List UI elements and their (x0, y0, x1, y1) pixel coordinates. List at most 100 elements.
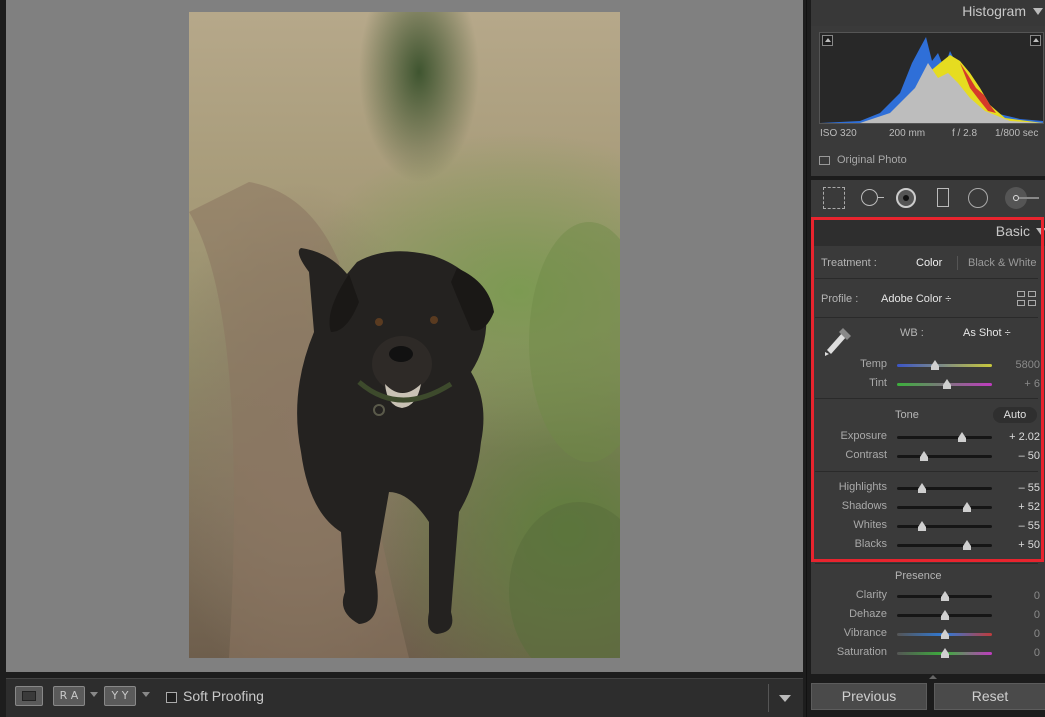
highlights-value[interactable]: – 55 (1000, 482, 1040, 494)
collapse-triangle-icon[interactable] (1033, 8, 1043, 15)
blacks-slider[interactable] (897, 540, 992, 550)
shadows-value[interactable]: + 52 (1000, 501, 1040, 513)
basic-header[interactable]: Basic (811, 220, 1045, 246)
tint-slider[interactable] (897, 379, 992, 389)
tint-value[interactable]: + 6 (1000, 378, 1040, 390)
loupe-view-icon (22, 691, 36, 701)
clarity-value[interactable]: 0 (1000, 590, 1040, 602)
blacks-thumb[interactable] (963, 540, 972, 550)
original-photo-icon[interactable] (819, 156, 830, 165)
eyedropper-icon[interactable] (821, 320, 855, 356)
whites-label: Whites (853, 519, 887, 531)
photo-preview[interactable] (189, 12, 620, 658)
right-panel: Histogram ISO 320 200 mm f / 2.8 1/800 s… (806, 0, 1045, 717)
wb-select[interactable]: As Shot ÷ (963, 327, 1011, 339)
clarity-slider[interactable] (897, 591, 992, 601)
blacks-label: Blacks (854, 538, 887, 550)
tint-label: Tint (869, 377, 887, 389)
shadow-clipping-icon[interactable] (822, 35, 833, 46)
graduated-filter-icon[interactable] (935, 187, 957, 209)
soft-proofing-label: Soft Proofing (183, 688, 264, 704)
basic-title: Basic (995, 223, 1030, 239)
profile-label: Profile : (821, 293, 859, 305)
whites-thumb[interactable] (917, 521, 926, 531)
shadows-thumb[interactable] (963, 502, 972, 512)
shadows-slider[interactable] (897, 502, 992, 512)
contrast-value[interactable]: – 50 (1000, 450, 1040, 462)
tint-thumb[interactable] (943, 379, 952, 389)
loupe-view-button[interactable] (15, 686, 43, 706)
temp-value[interactable]: 5800 (1000, 359, 1040, 371)
shutter-speed: 1/800 sec (995, 128, 1039, 139)
temp-label: Temp (860, 358, 887, 370)
vibrance-label: Vibrance (843, 627, 887, 639)
highlight-clipping-icon[interactable] (1030, 35, 1041, 46)
treatment-bw-option[interactable]: Black & White (968, 257, 1036, 269)
before-after-button[interactable]: R A (53, 686, 85, 706)
bottom-toolbar: R A Y Y Soft Proofing (6, 678, 803, 717)
iso-value: ISO 320 (820, 128, 857, 139)
before-after-split-button[interactable]: Y Y (104, 686, 136, 706)
original-photo-label: Original Photo (837, 154, 907, 166)
whites-slider[interactable] (897, 521, 992, 531)
before-after-dropdown-icon[interactable] (90, 692, 98, 697)
exposure-slider[interactable] (897, 432, 992, 442)
temp-thumb[interactable] (931, 360, 939, 370)
image-canvas (6, 0, 803, 672)
treatment-color-option[interactable]: Color (916, 257, 942, 269)
vibrance-slider[interactable] (897, 629, 992, 639)
split-dropdown-icon[interactable] (142, 692, 150, 697)
highlights-label: Highlights (838, 481, 887, 493)
dehaze-thumb[interactable] (940, 610, 949, 620)
adjustment-brush-icon[interactable] (1005, 187, 1041, 209)
radial-filter-icon[interactable] (967, 187, 989, 209)
soft-proofing-checkbox[interactable] (166, 692, 177, 703)
reset-button[interactable]: Reset (934, 683, 1045, 710)
blacks-value[interactable]: + 50 (1000, 539, 1040, 551)
saturation-slider[interactable] (897, 648, 992, 658)
wb-label: WB : (900, 327, 924, 339)
panel-end-icon (929, 675, 937, 679)
auto-tone-button[interactable]: Auto (993, 407, 1037, 423)
focal-length: 200 mm (889, 128, 926, 139)
red-eye-icon[interactable] (895, 187, 917, 209)
clarity-thumb[interactable] (940, 591, 949, 601)
histogram-header[interactable]: Histogram (811, 0, 1045, 26)
highlights-slider[interactable] (897, 483, 992, 493)
saturation-thumb[interactable] (940, 648, 949, 658)
vibrance-value[interactable]: 0 (1000, 628, 1040, 640)
dog-photo-illustration (189, 182, 620, 658)
divider (815, 563, 1038, 564)
highlights-thumb[interactable] (917, 483, 926, 493)
profile-browser-icon[interactable] (1017, 291, 1037, 307)
toolbar-menu-icon[interactable] (779, 695, 791, 702)
saturation-value[interactable]: 0 (1000, 647, 1040, 659)
exposure-value[interactable]: + 2.02 (1000, 431, 1040, 443)
dehaze-slider[interactable] (897, 610, 992, 620)
exposure-thumb[interactable] (957, 432, 966, 442)
lightroom-develop-window: R A Y Y Soft Proofing Histogram ISO 320 … (0, 0, 1045, 717)
contrast-label: Contrast (845, 449, 887, 461)
dehaze-label: Dehaze (849, 608, 887, 620)
whites-value[interactable]: – 55 (1000, 520, 1040, 532)
treatment-divider (957, 256, 958, 270)
divider (815, 471, 1038, 472)
profile-select[interactable]: Adobe Color ÷ (881, 293, 951, 305)
tool-strip (811, 180, 1045, 214)
image-viewer: R A Y Y Soft Proofing (0, 0, 806, 717)
temp-slider[interactable] (897, 360, 992, 370)
histogram-graph[interactable] (819, 32, 1044, 124)
histogram-title: Histogram (962, 3, 1026, 19)
spot-removal-icon[interactable] (859, 187, 884, 209)
contrast-thumb[interactable] (919, 451, 928, 461)
previous-button[interactable]: Previous (811, 683, 927, 710)
presence-label: Presence (895, 570, 942, 582)
crop-overlay-icon[interactable] (823, 187, 845, 209)
dehaze-value[interactable]: 0 (1000, 609, 1040, 621)
aperture-value: f / 2.8 (952, 128, 978, 139)
vibrance-thumb[interactable] (940, 629, 949, 639)
contrast-slider[interactable] (897, 451, 992, 461)
basic-panel: Basic Treatment : Color Black & White Pr… (811, 214, 1045, 717)
basic-collapse-icon[interactable] (1036, 228, 1045, 235)
tone-label: Tone (895, 409, 919, 421)
